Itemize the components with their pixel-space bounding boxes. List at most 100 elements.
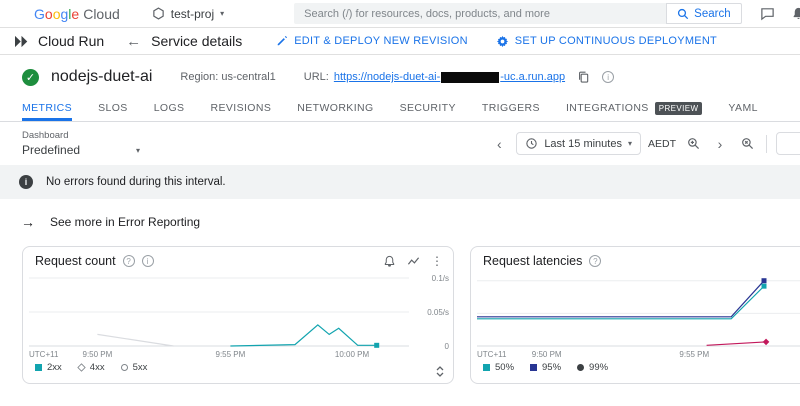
info-icon[interactable]: i: [141, 255, 154, 267]
overflow-menu-icon[interactable]: ⋮: [431, 255, 443, 267]
zoom-in-button[interactable]: [683, 133, 703, 155]
legend-item-5xx[interactable]: 5xx: [120, 362, 148, 373]
tab-bar: METRICS SLOS LOGS REVISIONS NETWORKING S…: [0, 95, 800, 122]
tab-security[interactable]: SECURITY: [400, 95, 456, 121]
cloud-console-page: Google Cloud test-proj ▾ Search (/) for …: [0, 0, 800, 406]
request-count-legend: 2xx 4xx 5xx: [23, 360, 453, 373]
gear-icon: [496, 35, 509, 48]
error-reporting-link[interactable]: → See more in Error Reporting: [0, 199, 800, 230]
search-button-label: Search: [694, 7, 731, 20]
legend-item-4xx[interactable]: 4xx: [77, 362, 105, 373]
tab-label: LOGS: [153, 102, 185, 114]
tab-label: INTEGRATIONS: [565, 102, 649, 114]
tab-integrations[interactable]: INTEGRATIONS PREVIEW: [565, 95, 703, 121]
clock-icon: [525, 137, 538, 150]
project-selector[interactable]: test-proj ▾: [146, 4, 230, 24]
svg-text:9:55 PM: 9:55 PM: [679, 350, 709, 359]
assistant-icon[interactable]: [760, 6, 775, 21]
search-input[interactable]: [294, 3, 667, 24]
service-header: ✓ nodejs-duet-ai Region: us-central1 URL…: [0, 55, 800, 95]
service-name: nodejs-duet-ai: [51, 68, 153, 85]
project-icon: [152, 7, 165, 20]
dashboard-controls: Dashboard Predefined ▾ ‹ Last 15 minutes…: [0, 122, 800, 163]
copy-icon[interactable]: [577, 70, 590, 84]
zoom-reset-button[interactable]: [737, 133, 757, 155]
url-label: URL:: [303, 71, 329, 83]
page-title: Service details: [151, 33, 243, 49]
svg-text:10:00 PM: 10:00 PM: [335, 350, 370, 359]
timezone-label: AEDT: [647, 137, 676, 150]
service-url-link[interactable]: https://nodejs-duet-ai- -uc.a.run.app: [334, 71, 565, 83]
legend-marker: [530, 364, 538, 371]
alert-bell-icon[interactable]: [383, 255, 396, 268]
tab-slos[interactable]: SLOS: [98, 95, 128, 121]
url-suffix: -uc.a.run.app: [500, 71, 566, 83]
svg-text:9:50 PM: 9:50 PM: [532, 350, 562, 359]
time-range-selector[interactable]: Last 15 minutes ▾: [516, 132, 641, 155]
edit-deploy-button[interactable]: EDIT & DEPLOY NEW REVISION: [276, 35, 468, 47]
svg-text:UTC+11: UTC+11: [29, 350, 59, 359]
search-icon: [677, 8, 689, 20]
request-count-card: Request count ? i ⋮ 0 0.05/s 0.1/s UTC+11 9:…: [22, 246, 454, 384]
project-name: test-proj: [170, 6, 215, 21]
tab-label: SECURITY: [399, 102, 456, 114]
topbar-right: [760, 6, 800, 21]
cloud-run-icon: [14, 35, 29, 48]
svg-text:UTC+11: UTC+11: [477, 350, 507, 359]
error-reporting-link-label: See more in Error Reporting: [50, 215, 201, 229]
legend-marker: [35, 364, 42, 371]
svg-text:0.05/s: 0.05/s: [427, 308, 449, 317]
tab-networking[interactable]: NETWORKING: [297, 95, 373, 121]
tab-triggers[interactable]: TRIGGERS: [482, 95, 540, 121]
legend-marker: [577, 364, 585, 371]
tab-label: NETWORKING: [297, 102, 374, 114]
product-header: Cloud Run ← Service details EDIT & DEPLO…: [0, 28, 800, 55]
search-button[interactable]: Search: [666, 3, 742, 24]
legend-label: 5xx: [132, 362, 148, 373]
google-wordmark: Google: [34, 5, 80, 22]
zoom-in-icon: [687, 137, 700, 150]
legend-item-95%[interactable]: 95%: [530, 362, 561, 373]
request-count-chart[interactable]: 0 0.05/s 0.1/s UTC+11 9:50 PM 9:55 PM 10:00 PM: [23, 270, 453, 360]
back-arrow-icon[interactable]: ←: [126, 33, 141, 50]
time-range-label: Last 15 minutes: [544, 137, 622, 150]
charts-section: Request count ? i ⋮ 0 0.05/s 0.1/s UTC+11 9:…: [0, 230, 800, 384]
no-errors-banner: i No errors found during this interval.: [0, 165, 800, 199]
dashboard-selector[interactable]: Dashboard Predefined ▾: [22, 130, 140, 157]
help-icon[interactable]: ?: [122, 255, 135, 267]
svg-text:9:50 PM: 9:50 PM: [83, 350, 113, 359]
card-header: Request latencies ?: [471, 247, 800, 269]
tab-revisions[interactable]: REVISIONS: [210, 95, 271, 121]
product-name[interactable]: Cloud Run: [38, 33, 104, 49]
time-back-button[interactable]: ‹: [489, 133, 509, 155]
legend-item-99%[interactable]: 99%: [577, 362, 608, 373]
request-latencies-legend: 50% 95% 99%: [471, 360, 800, 373]
request-latencies-chart[interactable]: UTC+11 9:50 PM 9:55 PM: [471, 270, 800, 360]
tab-yaml[interactable]: YAML: [728, 95, 757, 121]
svg-text:9:55 PM: 9:55 PM: [216, 350, 246, 359]
tab-logs[interactable]: LOGS: [154, 95, 185, 121]
url-prefix: https://nodejs-duet-ai-: [333, 71, 441, 83]
time-forward-button[interactable]: ›: [710, 133, 730, 155]
legend-item-2xx[interactable]: 2xx: [35, 362, 62, 373]
forward-arrow-icon: →: [21, 214, 35, 230]
service-region: Region: us-central1: [180, 71, 276, 83]
notifications-icon[interactable]: [791, 6, 800, 21]
clipped-edge-button[interactable]: [776, 132, 800, 155]
info-icon: i: [19, 175, 33, 189]
chart-options-icon[interactable]: [407, 255, 420, 268]
time-controls: ‹ Last 15 minutes ▾ AEDT ›: [489, 132, 800, 155]
banner-message: No errors found during this interval.: [46, 176, 226, 188]
info-icon[interactable]: i: [602, 71, 615, 83]
chart-title: Request count: [35, 254, 116, 268]
continuous-deployment-label: SET UP CONTINUOUS DEPLOYMENT: [514, 35, 717, 47]
google-cloud-logo[interactable]: Google Cloud: [34, 6, 120, 22]
svg-text:0.1/s: 0.1/s: [432, 274, 449, 283]
unfold-icon[interactable]: [435, 365, 445, 378]
tab-label: REVISIONS: [210, 102, 272, 114]
legend-item-50%[interactable]: 50%: [483, 362, 514, 373]
help-icon[interactable]: ?: [589, 255, 602, 267]
continuous-deployment-button[interactable]: SET UP CONTINUOUS DEPLOYMENT: [496, 35, 717, 48]
tab-metrics[interactable]: METRICS: [22, 95, 72, 121]
legend-label: 4xx: [89, 362, 105, 373]
